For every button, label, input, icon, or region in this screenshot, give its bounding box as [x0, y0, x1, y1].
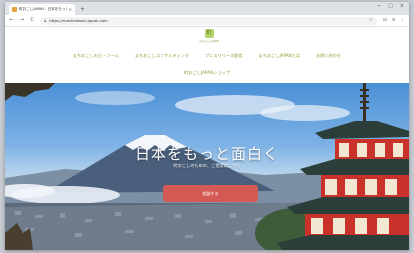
- nav-link-shop[interactable]: 町おこしJAPANショップ: [184, 70, 230, 76]
- nav-link-consulting[interactable]: まちおこしコンサルティング: [135, 53, 189, 59]
- new-tab-button[interactable]: +: [80, 4, 85, 15]
- tab-title: 町おこしJAPAN - 日本をもっと面白く: [19, 7, 67, 11]
- reading-list-icon[interactable]: ≡: [392, 18, 396, 23]
- extensions-icon[interactable]: ⊡: [383, 18, 387, 23]
- lock-icon: 🔒︎: [44, 17, 47, 23]
- nav-link-press-release[interactable]: プレスリリース配信: [205, 53, 242, 59]
- toolbar-icons: ⊡ ≡ ⋮: [383, 18, 405, 23]
- logo-text: まちおこしJAPAN: [199, 40, 219, 43]
- reload-icon[interactable]: C: [30, 17, 34, 24]
- site-logo[interactable]: 町 まちおこしJAPAN: [199, 29, 219, 43]
- main-nav: まちおこしの日・ツール まちおこしコンサルティング プレスリリース配信 まちおこ…: [5, 53, 409, 59]
- secondary-nav: 町おこしJAPANショップ: [5, 70, 409, 76]
- menu-icon[interactable]: ⋮: [401, 18, 406, 23]
- forward-icon[interactable]: →: [20, 17, 25, 24]
- maximize-icon[interactable]: □: [388, 4, 393, 9]
- favicon-icon: [12, 7, 17, 12]
- browser-window: 町おこしJAPAN - 日本をもっと面白く × + − □ × ← → C 🔒︎…: [5, 2, 409, 250]
- address-bar[interactable]: 🔒︎ https://machiokoshi-japan.com ☆: [40, 16, 377, 25]
- browser-toolbar: ← → C 🔒︎ https://machiokoshi-japan.com ☆…: [5, 15, 409, 27]
- hero-section: 日本をもっと面白く 町おこしのための、ご提案はこちら 相談する: [5, 83, 409, 250]
- consult-button[interactable]: 相談する: [163, 185, 258, 202]
- url-text[interactable]: https://machiokoshi-japan.com: [49, 18, 365, 23]
- minimize-icon[interactable]: −: [377, 4, 381, 9]
- window-controls: − □ ×: [377, 4, 404, 9]
- close-window-icon[interactable]: ×: [400, 4, 404, 9]
- tab-close-icon[interactable]: ×: [69, 7, 72, 12]
- nav-link-tools[interactable]: まちおこしの日・ツール: [73, 53, 119, 59]
- back-icon[interactable]: ←: [9, 17, 14, 24]
- bookmark-star-icon[interactable]: ☆: [368, 18, 372, 23]
- hero-title: 日本をもっと面白く: [134, 145, 279, 163]
- hero-subtitle: 町おこしのための、ご提案はこちら: [173, 163, 241, 168]
- browser-tab[interactable]: 町おこしJAPAN - 日本をもっと面白く ×: [9, 4, 75, 15]
- nav-link-about[interactable]: まちおこしJAPANとは: [259, 53, 301, 59]
- logo-mark-icon: 町: [204, 29, 214, 38]
- tab-bar: 町おこしJAPAN - 日本をもっと面白く × + − □ ×: [5, 2, 409, 15]
- site-header: 町 まちおこしJAPAN まちおこしの日・ツール まちおこしコンサルティング プ…: [5, 27, 409, 83]
- nav-link-contact[interactable]: お問い合わせ: [316, 53, 341, 59]
